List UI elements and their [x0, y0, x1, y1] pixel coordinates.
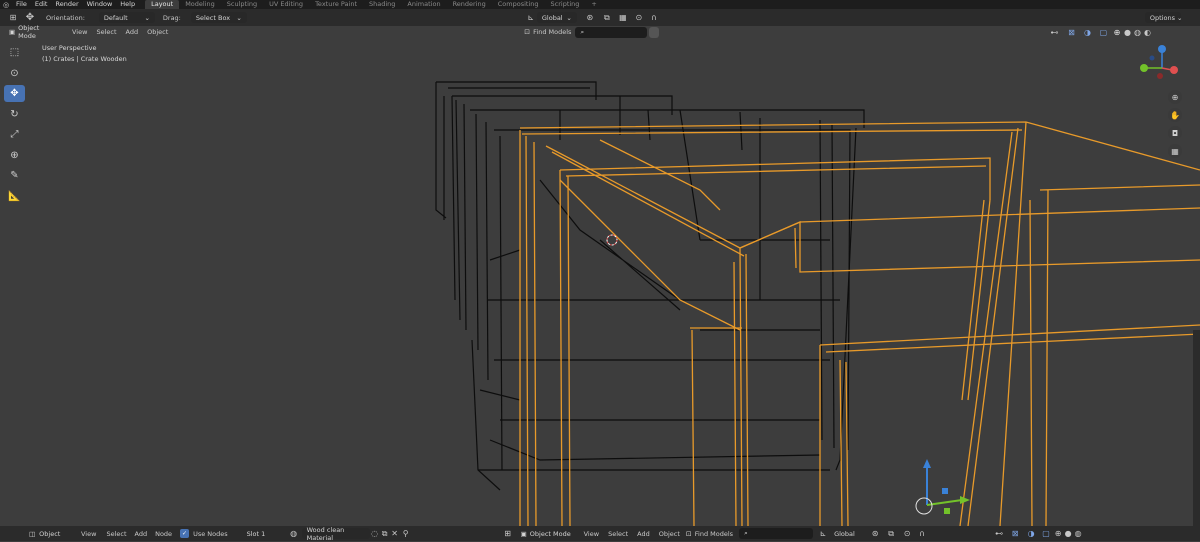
object-mode-icon: ▣	[520, 529, 527, 538]
toolbox: ⬚ ⊙ ✥ ↻ ⤢ ⊕ ✎ 📐	[4, 44, 26, 208]
select-menu[interactable]: Select	[106, 530, 126, 538]
move-tool-icon[interactable]: ✥	[4, 85, 25, 102]
measure-tool-icon[interactable]: 📐	[4, 188, 25, 205]
node-tree-icon: ◫	[29, 529, 36, 538]
select-menu[interactable]: Select	[608, 530, 628, 538]
shading-wireframe-icon[interactable]: ⊕	[1053, 529, 1063, 538]
transform-orientation-value: Global	[834, 529, 855, 538]
navigation-buttons: ⊕ ✋ ◘ ▦	[1168, 90, 1184, 162]
transform-orientation-dropdown[interactable]: Global	[829, 528, 867, 539]
gizmo-toggle-icon[interactable]: ⊠	[1007, 529, 1023, 538]
camera-icon[interactable]: ◘	[1168, 126, 1182, 140]
active-object-label: (1) Crates | Crate Wooden	[42, 55, 127, 63]
object-menu[interactable]: Object	[659, 530, 680, 538]
find-models-label[interactable]: Find Models	[695, 530, 733, 538]
xray-toggle-icon[interactable]: ▢	[1039, 529, 1053, 538]
pan-icon[interactable]: ✋	[1168, 108, 1182, 122]
material-browse-icon[interactable]: ◍	[286, 529, 302, 538]
material-name-field[interactable]: Wood clean Material	[301, 525, 370, 542]
annotate-tool-icon[interactable]: ✎	[4, 167, 25, 184]
editor-type-dropdown[interactable]: ◫ Object	[24, 528, 68, 539]
slot-value: Slot 1	[246, 529, 266, 538]
transform-tool-icon[interactable]: ⊕	[4, 147, 25, 164]
grid-icon[interactable]: ▦	[1168, 144, 1182, 158]
slot-dropdown[interactable]: Slot 1	[242, 528, 286, 539]
transform-gizmo[interactable]	[915, 459, 970, 515]
crate-wireframe-selected	[519, 121, 1200, 527]
mode-value: Object Mode	[529, 529, 571, 538]
find-models-icon: ⊡	[685, 529, 692, 538]
duplicate-icon[interactable]: ⧉	[380, 529, 390, 539]
node-menu[interactable]: Node	[155, 530, 172, 538]
view-perspective-label: User Perspective	[42, 44, 97, 52]
scale-tool-icon[interactable]: ⤢	[4, 126, 25, 143]
unlink-icon[interactable]: ✕	[390, 529, 400, 538]
add-menu[interactable]: Add	[135, 530, 148, 538]
fake-user-icon[interactable]: ◌	[370, 529, 380, 538]
shading-material-icon[interactable]: ◍	[1073, 529, 1083, 538]
rotate-tool-icon[interactable]: ↻	[4, 106, 25, 123]
add-menu[interactable]: Add	[637, 530, 650, 538]
crate-wireframe-dark	[435, 81, 865, 491]
bottom-editor-header: ◫ Object View Select Add Node ✓ Use Node…	[0, 525, 1200, 542]
shading-solid-icon[interactable]: ●	[1063, 529, 1073, 538]
view-menu[interactable]: View	[81, 530, 96, 538]
material-name: Wood clean Material	[306, 525, 345, 542]
select-tool-icon[interactable]: ⬚	[4, 44, 25, 61]
view-menu[interactable]: View	[584, 530, 599, 538]
use-nodes-checkbox[interactable]: ✓	[180, 529, 190, 538]
snap-icon[interactable]: ⧉	[883, 529, 899, 539]
search-input[interactable]: ⌕	[739, 528, 814, 539]
navigation-gizmo[interactable]	[1140, 45, 1178, 79]
editor-type-value: Object	[39, 529, 61, 538]
use-nodes-label: Use Nodes	[193, 529, 228, 538]
proportional-editing-icon[interactable]: ⊙	[899, 529, 915, 538]
mode-dropdown[interactable]: ▣ Object Mode	[516, 528, 578, 539]
zoom-icon[interactable]: ⊕	[1168, 90, 1182, 104]
pivot-icon[interactable]: ⊛	[867, 529, 883, 538]
view-object-types-icon[interactable]: ⊷	[991, 529, 1007, 538]
overlay-toggle-icon[interactable]: ◑	[1023, 529, 1039, 538]
3d-cursor[interactable]	[606, 234, 618, 246]
viewport-canvas[interactable]	[0, 0, 1200, 541]
cursor-tool-icon[interactable]: ⊙	[4, 65, 25, 82]
falloff-icon[interactable]: ∩	[915, 529, 929, 538]
orientation-icon[interactable]: ⊾	[817, 529, 829, 538]
pin-icon[interactable]: ⚲	[400, 529, 412, 538]
editor-type-icon[interactable]: ⊞	[500, 529, 516, 538]
properties-strip[interactable]	[1193, 330, 1200, 526]
search-icon: ⌕	[744, 529, 748, 537]
